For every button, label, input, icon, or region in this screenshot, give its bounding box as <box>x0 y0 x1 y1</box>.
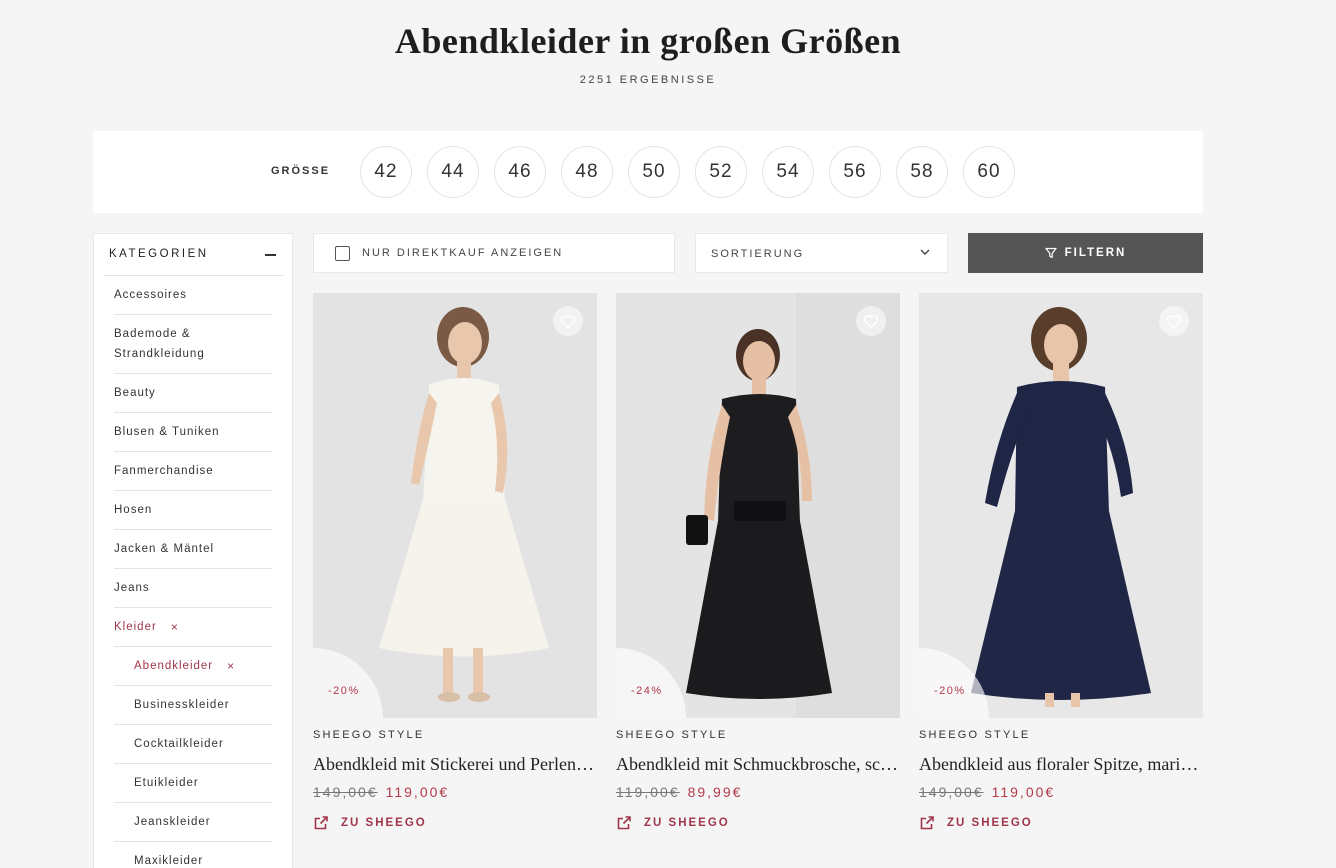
product-brand: SHEEGO STYLE <box>313 729 425 741</box>
size-option-60[interactable]: 60 <box>963 146 1015 198</box>
category-item-kleider[interactable]: Kleider × <box>114 608 272 647</box>
category-title: KATEGORIEN <box>109 248 209 260</box>
category-item-jacken[interactable]: Jacken & Mäntel <box>114 530 272 569</box>
collapse-minus-icon[interactable] <box>265 254 276 256</box>
size-filter-bar: GRÖSSE 42 44 46 48 50 52 54 56 58 60 <box>93 131 1203 213</box>
filter-label: FILTERN <box>1064 247 1127 259</box>
product-name[interactable]: Abendkleid aus floraler Spitze, mari… <box>919 754 1203 775</box>
category-item-beauty[interactable]: Beauty <box>114 374 272 413</box>
category-item-hosen[interactable]: Hosen <box>114 491 272 530</box>
product-name[interactable]: Abendkleid mit Stickerei und Perlen… <box>313 754 597 775</box>
category-item-businesskleider[interactable]: Businesskleider <box>114 686 272 725</box>
shop-link[interactable]: ZU SHEEGO <box>919 815 1203 831</box>
size-option-44[interactable]: 44 <box>427 146 479 198</box>
product-card[interactable]: -20% SHEEGO STYLE Abendkleid mit Sticker… <box>313 293 597 831</box>
product-image[interactable]: -20% <box>313 293 597 718</box>
sort-dropdown[interactable]: SORTIERUNG <box>695 233 948 273</box>
size-option-42[interactable]: 42 <box>360 146 412 198</box>
filter-button[interactable]: FILTERN <box>968 233 1203 273</box>
size-option-46[interactable]: 46 <box>494 146 546 198</box>
external-link-icon <box>314 816 328 830</box>
external-link-icon <box>920 816 934 830</box>
direct-buy-toggle[interactable]: NUR DIREKTKAUF ANZEIGEN <box>313 233 675 273</box>
old-price: 149,00€ <box>313 784 378 800</box>
product-photo-black-dress <box>616 293 900 718</box>
remove-kleider-icon[interactable]: × <box>171 617 179 637</box>
discount-text: -20% <box>934 685 966 697</box>
category-item-jeans[interactable]: Jeans <box>114 569 272 608</box>
shop-link[interactable]: ZU SHEEGO <box>616 815 900 831</box>
sale-price: 89,99€ <box>687 784 743 800</box>
shop-link-label: ZU SHEEGO <box>644 817 730 829</box>
discount-text: -20% <box>328 685 360 697</box>
filter-funnel-icon <box>1045 247 1057 259</box>
product-photo-navy-lace-dress <box>919 293 1203 718</box>
product-photo-white-dress <box>313 293 597 718</box>
shop-link-label: ZU SHEEGO <box>341 817 427 829</box>
category-item-etuikleider[interactable]: Etuikleider <box>114 764 272 803</box>
category-item-blusen[interactable]: Blusen & Tuniken <box>114 413 272 452</box>
product-name[interactable]: Abendkleid mit Schmuckbrosche, sc… <box>616 754 900 775</box>
product-card[interactable]: -20% SHEEGO STYLE Abendkleid aus florale… <box>919 293 1203 831</box>
favorite-heart-icon[interactable] <box>553 306 583 336</box>
category-item-fanmerchandise[interactable]: Fanmerchandise <box>114 452 272 491</box>
category-item-cocktailkleider[interactable]: Cocktailkleider <box>114 725 272 764</box>
favorite-heart-icon[interactable] <box>856 306 886 336</box>
external-link-icon <box>617 816 631 830</box>
shop-link-label: ZU SHEEGO <box>947 817 1033 829</box>
price-row: 119,00€ 89,99€ <box>616 784 900 800</box>
size-option-50[interactable]: 50 <box>628 146 680 198</box>
size-option-56[interactable]: 56 <box>829 146 881 198</box>
favorite-heart-icon[interactable] <box>1159 306 1189 336</box>
category-sidebar: KATEGORIEN Accessoires Bademode & Strand… <box>93 233 293 868</box>
direct-buy-checkbox[interactable] <box>335 246 350 261</box>
category-item-abendkleider[interactable]: Abendkleider × <box>114 647 272 686</box>
category-item-bademode[interactable]: Bademode & Strandkleidung <box>114 315 272 374</box>
category-list: Accessoires Bademode & Strandkleidung Be… <box>114 276 272 868</box>
shop-link[interactable]: ZU SHEEGO <box>313 815 597 831</box>
chevron-down-icon <box>920 249 930 255</box>
result-count: 2251 ERGEBNISSE <box>579 74 717 86</box>
discount-text: -24% <box>631 685 663 697</box>
product-card[interactable]: -24% SHEEGO STYLE Abendkleid mit Schmuck… <box>616 293 900 831</box>
old-price: 149,00€ <box>919 784 984 800</box>
size-option-48[interactable]: 48 <box>561 146 613 198</box>
category-header: KATEGORIEN <box>104 234 284 276</box>
sort-label: SORTIERUNG <box>711 248 805 260</box>
category-item-jeanskleider[interactable]: Jeanskleider <box>114 803 272 842</box>
price-row: 149,00€ 119,00€ <box>313 784 597 800</box>
sale-price: 119,00€ <box>385 784 450 800</box>
product-image[interactable]: -24% <box>616 293 900 718</box>
size-option-54[interactable]: 54 <box>762 146 814 198</box>
size-filter-label: GRÖSSE <box>271 165 331 177</box>
remove-abendkleider-icon[interactable]: × <box>227 656 235 676</box>
page-title: Abendkleider in großen Größen <box>394 21 902 61</box>
price-row: 149,00€ 119,00€ <box>919 784 1203 800</box>
direct-buy-label: NUR DIREKTKAUF ANZEIGEN <box>362 247 564 259</box>
product-brand: SHEEGO STYLE <box>919 729 1031 741</box>
category-item-maxikleider[interactable]: Maxikleider <box>114 842 272 868</box>
category-item-accessoires[interactable]: Accessoires <box>114 276 272 315</box>
sale-price: 119,00€ <box>991 784 1056 800</box>
size-option-58[interactable]: 58 <box>896 146 948 198</box>
product-image[interactable]: -20% <box>919 293 1203 718</box>
product-brand: SHEEGO STYLE <box>616 729 728 741</box>
size-option-52[interactable]: 52 <box>695 146 747 198</box>
old-price: 119,00€ <box>616 784 680 800</box>
